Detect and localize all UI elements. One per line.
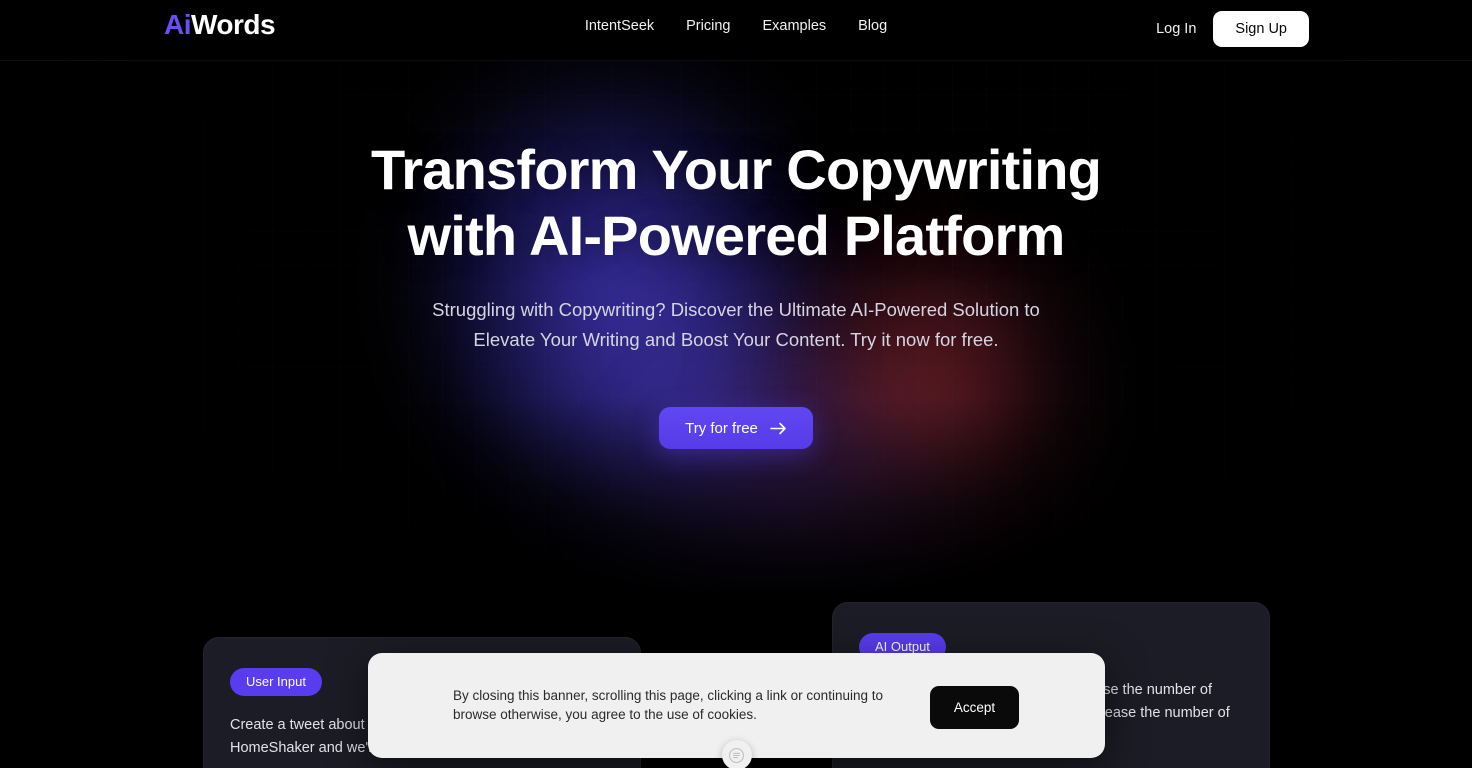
hero-title-line-2: with AI-Powered Platform (407, 204, 1065, 267)
page-root: AiWords IntentSeek Pricing Examples Blog… (0, 0, 1472, 768)
page-title: Transform Your Copywriting with AI-Power… (370, 137, 1102, 269)
arrow-right-icon (770, 422, 787, 435)
accept-cookies-button[interactable]: Accept (930, 686, 1019, 729)
nav-item-intentseek[interactable]: IntentSeek (585, 16, 654, 36)
cookie-banner-message: By closing this banner, scrolling this p… (453, 688, 883, 722)
nav-item-pricing[interactable]: Pricing (686, 16, 730, 36)
status-badge-user-input: User Input (230, 668, 322, 696)
hero-subtitle: Struggling with Copywriting? Discover th… (432, 299, 1040, 350)
try-for-free-button[interactable]: Try for free (659, 407, 813, 449)
nav-item-examples[interactable]: Examples (762, 16, 826, 36)
login-link[interactable]: Log In (1156, 19, 1196, 39)
cta-label: Try for free (685, 419, 758, 437)
nav-item-blog[interactable]: Blog (858, 16, 887, 36)
signup-button[interactable]: Sign Up (1213, 11, 1309, 47)
cookie-settings-icon[interactable] (721, 740, 752, 768)
hero-title-line-1: Transform Your Copywriting (370, 138, 1102, 201)
hero-section: Transform Your Copywriting with AI-Power… (0, 61, 1472, 601)
site-header: AiWords IntentSeek Pricing Examples Blog… (0, 0, 1472, 61)
header-actions: Log In Sign Up (1156, 11, 1309, 47)
cookie-consent-banner: By closing this banner, scrolling this p… (368, 653, 1105, 768)
hero-content: Transform Your Copywriting with AI-Power… (0, 61, 1472, 601)
